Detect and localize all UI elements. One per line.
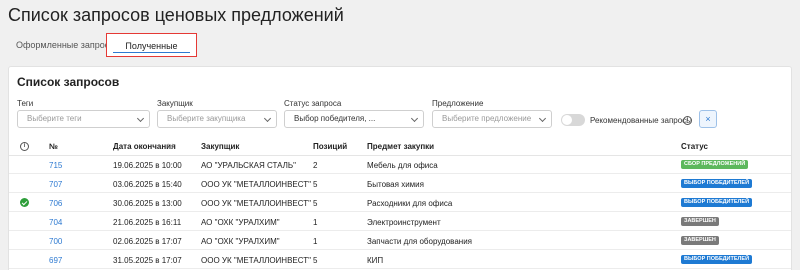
- recommended-toggle-label: Рекомендованные запросы: [590, 116, 692, 125]
- request-number-link[interactable]: 706: [49, 199, 62, 208]
- offer-select[interactable]: Выберите предложение: [432, 110, 552, 128]
- page-title: Список запросов ценовых предложений: [8, 5, 344, 25]
- status-badge: Завершен: [681, 217, 719, 226]
- card-title: Список запросов: [17, 75, 120, 89]
- request-number-link[interactable]: 715: [49, 161, 62, 170]
- check-circle-icon: [20, 198, 29, 207]
- buyer-cell: АО "ОХК "УРАЛХИМ": [201, 237, 280, 246]
- subject-cell: Электроинструмент: [367, 218, 441, 227]
- positions-cell: 5: [313, 256, 318, 265]
- subject-cell: КИП: [367, 256, 384, 265]
- table-row[interactable]: 700 02.06.2025 в 17:07 АО "ОХК "УРАЛХИМ" 1 З…: [9, 232, 791, 250]
- column-buyer: Закупщик: [201, 142, 240, 151]
- info-icon[interactable]: i: [20, 142, 29, 151]
- tags-filter-label: Теги: [17, 99, 34, 108]
- chevron-down-icon: [410, 114, 419, 123]
- buyer-select[interactable]: Выберите закупщика: [157, 110, 277, 128]
- status-badge: Сбор предложений: [681, 160, 749, 169]
- request-number-link[interactable]: 697: [49, 256, 62, 265]
- offer-filter-label: Предложение: [432, 99, 484, 108]
- buyer-select-placeholder: Выберите закупщика: [167, 114, 246, 123]
- positions-cell: 5: [313, 180, 318, 189]
- requests-card: Список запросов Теги Выберите теги Закуп…: [8, 66, 792, 270]
- chevron-down-icon: [263, 114, 272, 123]
- clear-filters-button[interactable]: ×: [699, 110, 717, 128]
- tags-select[interactable]: Выберите теги: [17, 110, 150, 128]
- positions-cell: 1: [313, 237, 318, 246]
- status-filter-label: Статус запроса: [284, 99, 342, 108]
- table-row[interactable]: 706 30.06.2025 в 13:00 ООО УК "МЕТАЛЛОИНВЕ…: [9, 194, 791, 212]
- status-select[interactable]: Выбор победителя, ...: [284, 110, 424, 128]
- status-badge: Выбор победителей: [681, 179, 753, 188]
- buyer-cell: ООО УК "МЕТАЛЛОИНВЕСТ": [201, 199, 311, 208]
- positions-cell: 1: [313, 218, 318, 227]
- end-date-cell: 02.06.2025 в 17:07: [113, 237, 182, 246]
- end-date-cell: 30.06.2025 в 13:00: [113, 199, 182, 208]
- end-date-cell: 19.06.2025 в 10:00: [113, 161, 182, 170]
- offer-select-placeholder: Выберите предложение: [442, 114, 532, 123]
- end-date-cell: 21.06.2025 в 16:11: [113, 218, 182, 227]
- column-positions: Позиций: [313, 142, 348, 151]
- buyer-filter-label: Закупщик: [157, 99, 193, 108]
- table-row[interactable]: 704 21.06.2025 в 16:11 АО "ОХК "УРАЛХИМ" 1 Э…: [9, 213, 791, 231]
- status-badge: Выбор победителей: [681, 198, 753, 207]
- buyer-cell: ООО УК "МЕТАЛЛОИНВЕСТ": [201, 256, 311, 265]
- positions-cell: 2: [313, 161, 318, 170]
- sort-icon[interactable]: ↑↓: [166, 141, 174, 150]
- recommended-toggle[interactable]: [561, 114, 585, 126]
- table-header: i № Дата окончания ↑↓ Закупщик Позиций П…: [9, 136, 791, 156]
- column-status: Статус: [681, 142, 708, 151]
- positions-cell: 5: [313, 199, 318, 208]
- chevron-down-icon: [538, 114, 547, 123]
- tags-select-placeholder: Выберите теги: [27, 114, 82, 123]
- buyer-cell: АО "ОХК "УРАЛХИМ": [201, 218, 280, 227]
- buyer-cell: ООО УК "МЕТАЛЛОИНВЕСТ": [201, 180, 311, 189]
- table-row[interactable]: 697 31.05.2025 в 17:07 ООО УК "МЕТАЛЛОИНВЕ…: [9, 251, 791, 269]
- tabs-bar: Оформленные запросы Полученные запросы: [0, 33, 800, 75]
- table-row[interactable]: 707 03.06.2025 в 15:40 ООО УК "МЕТАЛЛОИНВЕ…: [9, 175, 791, 193]
- column-number: №: [49, 142, 58, 151]
- info-icon[interactable]: i: [683, 116, 692, 125]
- end-date-cell: 03.06.2025 в 15:40: [113, 180, 182, 189]
- subject-cell: Бытовая химия: [367, 180, 424, 189]
- status-badge: Выбор победителей: [681, 255, 753, 264]
- end-date-cell: 31.05.2025 в 17:07: [113, 256, 182, 265]
- subject-cell: Мебель для офиса: [367, 161, 438, 170]
- tab-received-requests[interactable]: Полученные запросы: [106, 33, 197, 75]
- chevron-down-icon: [136, 114, 145, 123]
- buyer-cell: АО "УРАЛЬСКАЯ СТАЛЬ": [201, 161, 296, 170]
- subject-cell: Расходники для офиса: [367, 199, 453, 208]
- status-select-value: Выбор победителя, ...: [294, 114, 376, 123]
- table-row[interactable]: 715 19.06.2025 в 10:00 АО "УРАЛЬСКАЯ СТАЛЬ…: [9, 156, 791, 174]
- status-badge: Завершен: [681, 236, 719, 245]
- column-subject: Предмет закупки: [367, 142, 435, 151]
- subject-cell: Запчасти для оборудования: [367, 237, 472, 246]
- request-number-link[interactable]: 704: [49, 218, 62, 227]
- request-number-link[interactable]: 707: [49, 180, 62, 189]
- request-number-link[interactable]: 700: [49, 237, 62, 246]
